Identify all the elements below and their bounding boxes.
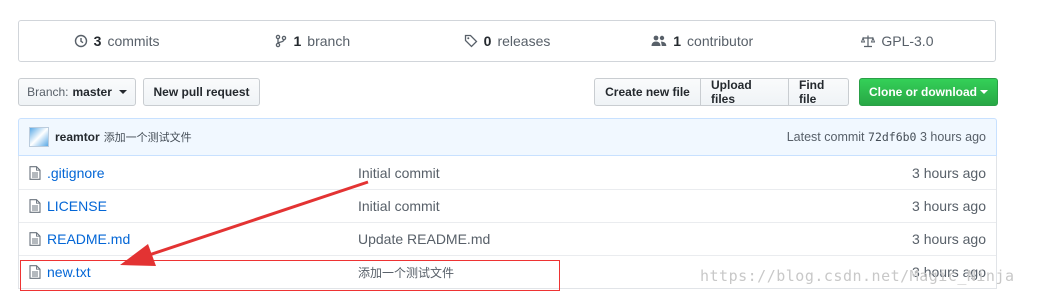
file-name-link[interactable]: README.md xyxy=(47,231,358,247)
file-age: 3 hours ago xyxy=(912,231,986,247)
branch-prefix: Branch: xyxy=(27,85,69,99)
create-new-file-button[interactable]: Create new file xyxy=(594,78,701,106)
clone-or-download-label: Clone or download xyxy=(869,85,977,99)
repo-stats-bar: 3 commits 1 branch 0 releases 1 contribu… xyxy=(18,20,996,62)
commit-author-link[interactable]: reamtor xyxy=(55,130,100,144)
new-pull-request-button[interactable]: New pull request xyxy=(143,78,260,106)
latest-commit-bar: reamtor 添加一个测试文件 Latest commit 72df6b0 3… xyxy=(18,118,997,156)
file-name-link[interactable]: .gitignore xyxy=(47,165,358,181)
contributors-stat[interactable]: 1 contributor xyxy=(605,33,800,49)
commits-label: commits xyxy=(107,33,160,49)
file-icon xyxy=(29,165,41,180)
branch-icon xyxy=(275,34,286,48)
commits-count: 3 xyxy=(93,33,102,49)
file-icon xyxy=(29,199,41,213)
branches-label: branch xyxy=(307,33,351,49)
file-commit-message-link[interactable]: Update README.md xyxy=(358,231,490,247)
latest-commit-info: Latest commit 72df6b0 3 hours ago xyxy=(787,130,986,144)
file-age: 3 hours ago xyxy=(912,264,986,280)
commit-message-link[interactable]: 添加一个测试文件 xyxy=(104,129,192,145)
people-icon xyxy=(651,35,667,46)
tag-icon xyxy=(464,34,478,48)
file-row: LICENSE Initial commit 3 hours ago xyxy=(19,189,996,222)
avatar[interactable] xyxy=(29,127,49,147)
branches-count: 1 xyxy=(293,33,302,49)
file-commit-message-link[interactable]: Initial commit xyxy=(358,165,440,181)
clone-or-download-button[interactable]: Clone or download xyxy=(859,78,998,106)
commit-sha-link[interactable]: 72df6b0 xyxy=(868,130,916,144)
branch-select-button[interactable]: Branch: master xyxy=(18,78,136,106)
caret-down-icon xyxy=(980,90,988,94)
history-icon xyxy=(74,34,87,48)
file-commit-message-link[interactable]: Initial commit xyxy=(358,198,440,214)
caret-down-icon xyxy=(118,90,127,94)
file-actions-group: Create new file Upload files Find file xyxy=(594,78,849,106)
releases-stat[interactable]: 0 releases xyxy=(409,33,604,49)
file-age: 3 hours ago xyxy=(912,164,986,181)
file-name-link[interactable]: new.txt xyxy=(47,264,358,280)
file-row: new.txt 添加一个测试文件 3 hours ago xyxy=(19,255,996,288)
file-list: .gitignore Initial commit 3 hours ago LI… xyxy=(18,156,997,289)
file-icon xyxy=(29,232,41,246)
file-commit-message-link[interactable]: 添加一个测试文件 xyxy=(358,264,454,281)
file-age: 3 hours ago xyxy=(912,198,986,214)
file-row: README.md Update README.md 3 hours ago xyxy=(19,222,996,255)
contributors-count: 1 xyxy=(673,33,682,49)
commits-stat[interactable]: 3 commits xyxy=(19,33,214,49)
releases-label: releases xyxy=(497,33,551,49)
latest-commit-age: 3 hours ago xyxy=(919,130,986,144)
find-file-button[interactable]: Find file xyxy=(788,78,849,106)
license-label: GPL-3.0 xyxy=(881,33,934,49)
file-icon xyxy=(29,265,41,279)
file-name-link[interactable]: LICENSE xyxy=(47,198,358,214)
releases-count: 0 xyxy=(483,33,492,49)
branches-stat[interactable]: 1 branch xyxy=(214,33,409,49)
branch-name: master xyxy=(72,85,112,99)
law-icon xyxy=(861,35,876,48)
license-stat[interactable]: GPL-3.0 xyxy=(800,33,995,49)
latest-commit-prefix: Latest commit xyxy=(786,130,865,144)
file-row: .gitignore Initial commit 3 hours ago xyxy=(19,156,996,189)
upload-files-button[interactable]: Upload files xyxy=(700,78,789,106)
contributors-label: contributor xyxy=(687,33,754,49)
